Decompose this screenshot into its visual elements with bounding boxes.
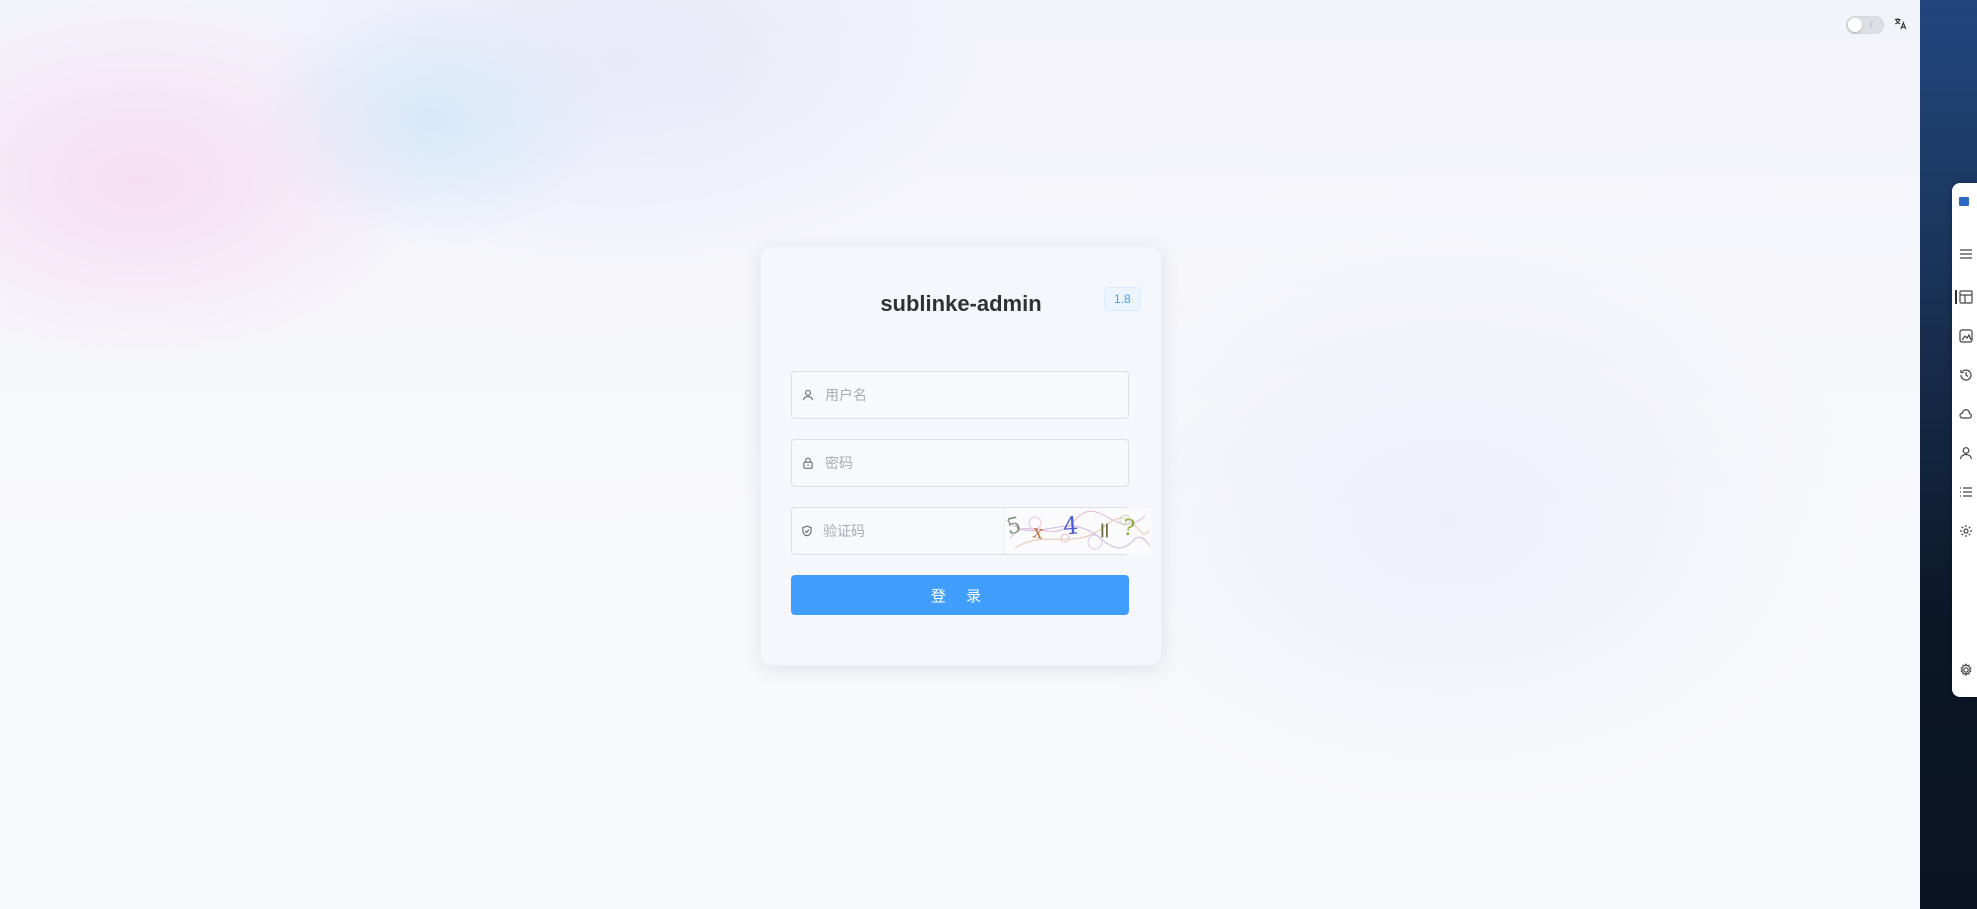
password-field [791,439,1129,487]
image-icon[interactable] [1959,329,1973,343]
active-indicator [1955,290,1957,304]
user-icon[interactable] [1959,446,1973,460]
logo-icon [1959,197,1969,206]
captcha-field: 5 x 4 = ? [791,507,1151,555]
cloud-icon[interactable] [1959,407,1973,421]
history-icon[interactable] [1959,368,1973,382]
version-badge: 1.8 [1104,287,1141,311]
captcha-image[interactable]: 5 x 4 = ? [1004,508,1151,554]
user-icon [801,388,815,402]
captcha-char: 4 [1062,511,1080,541]
table-icon[interactable] [1959,290,1973,304]
captcha-input[interactable] [823,508,1004,554]
top-right-toolbar: ☾ [1846,16,1907,34]
shield-icon [801,524,813,538]
settings-icon[interactable] [1959,524,1973,538]
dark-mode-toggle[interactable]: ☾ [1846,16,1884,34]
side-panel [1952,183,1977,697]
login-button[interactable]: 登 录 [791,575,1129,615]
menu-icon[interactable] [1959,247,1973,261]
app-title: sublinke-admin [880,291,1042,316]
translate-icon[interactable] [1894,17,1907,33]
username-input[interactable] [825,372,1128,418]
lock-icon [801,456,815,470]
password-input[interactable] [825,440,1128,486]
login-card: sublinke-admin 1.8 用户名 验证码 5 x 4 = ? 登 录 [760,246,1162,666]
captcha-char: = [1091,521,1117,540]
moon-icon: ☾ [1868,20,1877,30]
gear-icon[interactable] [1959,663,1973,677]
toggle-knob [1848,18,1862,32]
username-field [791,371,1129,419]
list-icon[interactable] [1959,485,1973,499]
